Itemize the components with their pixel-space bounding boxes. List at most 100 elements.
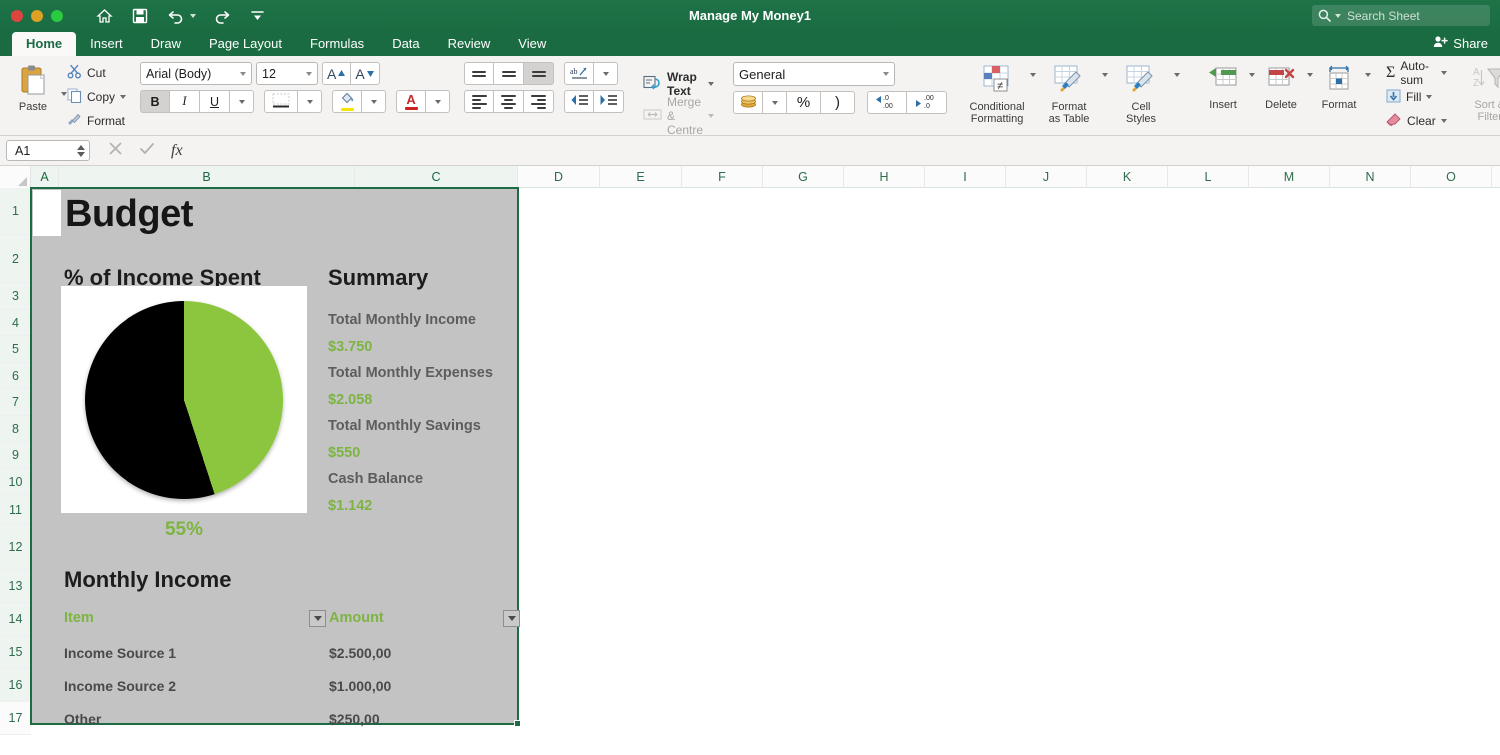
row-header-10[interactable]: 10 [0,469,31,495]
column-header-H[interactable]: H [844,166,925,188]
cell-styles-caret[interactable] [1174,73,1180,77]
name-box-spinner[interactable] [77,145,85,157]
fill-color-button[interactable] [332,90,362,113]
row-header-14[interactable]: 14 [0,603,31,636]
column-header-D[interactable]: D [518,166,600,188]
row-header-6[interactable]: 6 [0,363,31,389]
select-all-corner[interactable] [0,166,31,188]
cancel-edit-icon[interactable] [108,141,123,160]
increase-font-size-button[interactable]: A [322,62,351,85]
accounting-dropdown-button[interactable] [763,91,787,114]
tab-view[interactable]: View [504,32,560,56]
sort-filter-button[interactable]: A Z Sort & Filter [1457,59,1500,123]
tab-formulas[interactable]: Formulas [296,32,378,56]
increase-indent-button[interactable] [594,90,624,113]
number-format-select[interactable]: General [733,62,895,86]
format-cells-button[interactable]: Format [1313,59,1365,111]
customize-toolbar-icon[interactable] [246,5,268,27]
row-header-4[interactable]: 4 [0,310,31,336]
column-header-I[interactable]: I [925,166,1006,188]
orientation-dropdown-button[interactable] [594,62,618,85]
row-header-8[interactable]: 8 [0,416,31,442]
table-row[interactable]: Income Source 1 $2.500,00 [32,638,519,671]
row-header-7[interactable]: 7 [0,389,31,416]
clear-button[interactable]: Clear [1386,109,1447,133]
undo-icon[interactable] [165,5,187,27]
row-header-17[interactable]: 17 [0,702,31,735]
borders-button[interactable] [264,90,298,113]
minimize-window-button[interactable] [31,10,43,22]
align-center-button[interactable] [494,90,524,113]
row-header-9[interactable]: 9 [0,442,31,469]
paste-button[interactable]: Paste [7,59,59,113]
sheet-canvas[interactable]: Budget % of Income Spent Summary 55% Tot… [31,188,1500,755]
merge-centre-caret[interactable] [708,114,714,118]
column-header-C[interactable]: C [355,166,518,188]
pie-chart[interactable] [61,286,307,513]
font-size-caret[interactable] [306,72,312,76]
font-color-caret[interactable] [435,100,441,104]
row-header-15[interactable]: 15 [0,636,31,669]
row-header-16[interactable]: 16 [0,669,31,702]
italic-button[interactable]: I [170,90,200,113]
font-family-caret[interactable] [240,72,246,76]
filter-dropdown-item[interactable] [309,610,326,627]
comma-style-button[interactable]: ) [821,91,855,114]
home-icon[interactable] [93,5,115,27]
bold-button[interactable]: B [140,90,170,113]
align-bottom-button[interactable] [524,62,554,85]
insert-function-icon[interactable]: fx [171,142,183,160]
tab-review[interactable]: Review [434,32,505,56]
wrap-text-button[interactable]: Wrap Text [643,72,714,96]
orientation-caret[interactable] [603,72,609,76]
font-color-button[interactable]: A [396,90,426,113]
accounting-format-button[interactable] [733,91,763,114]
delete-cells-button[interactable]: Delete [1255,59,1307,111]
cell-styles-button[interactable]: Cell Styles [1108,59,1174,125]
insert-cells-button[interactable]: Insert [1197,59,1249,111]
autosum-button[interactable]: Σ Auto-sum [1386,61,1447,85]
orientation-button[interactable]: ab [564,62,594,85]
clear-caret[interactable] [1441,119,1447,123]
zoom-window-button[interactable] [51,10,63,22]
search-scope-caret[interactable] [1335,14,1341,18]
cut-button[interactable]: Cut [67,61,126,85]
fill-color-dropdown-button[interactable] [362,90,386,113]
quick-access-toolbar[interactable] [93,5,268,27]
column-header-A[interactable]: A [31,166,59,188]
column-header-O[interactable]: O [1411,166,1492,188]
formula-input[interactable] [197,140,1494,161]
number-format-caret[interactable] [883,72,889,76]
decrease-decimal-button[interactable]: .00.0 [907,91,947,114]
row-header-3[interactable]: 3 [0,283,31,310]
column-header-J[interactable]: J [1006,166,1087,188]
active-cell-a1[interactable] [33,190,61,236]
row-header-11[interactable]: 11 [0,495,31,525]
confirm-edit-icon[interactable] [139,141,155,160]
column-header-N[interactable]: N [1330,166,1411,188]
close-window-button[interactable] [11,10,23,22]
increase-decimal-button[interactable]: .0.00 [867,91,907,114]
underline-caret[interactable] [239,100,245,104]
fill-handle[interactable] [514,720,521,727]
underline-button[interactable]: U [200,90,230,113]
font-size-select[interactable]: 12 [256,62,318,85]
fill-color-caret[interactable] [371,100,377,104]
percent-style-button[interactable]: % [787,91,821,114]
align-right-button[interactable] [524,90,554,113]
copy-button[interactable]: Copy [67,85,126,109]
undo-button[interactable] [165,5,196,27]
column-header-M[interactable]: M [1249,166,1330,188]
selected-range-b1-c16[interactable]: Budget % of Income Spent Summary 55% Tot… [31,188,518,724]
autosum-caret[interactable] [1441,71,1447,75]
column-header-B[interactable]: B [59,166,355,188]
spinner-up-icon[interactable] [77,145,85,150]
row-header-5[interactable]: 5 [0,336,31,363]
merge-centre-button[interactable]: Merge & Centre [643,104,714,128]
row-header-2[interactable]: 2 [0,235,31,283]
column-header-E[interactable]: E [600,166,682,188]
column-header-L[interactable]: L [1168,166,1249,188]
align-top-button[interactable] [464,62,494,85]
row-header-1[interactable]: 1 [0,188,31,235]
decrease-indent-button[interactable] [564,90,594,113]
